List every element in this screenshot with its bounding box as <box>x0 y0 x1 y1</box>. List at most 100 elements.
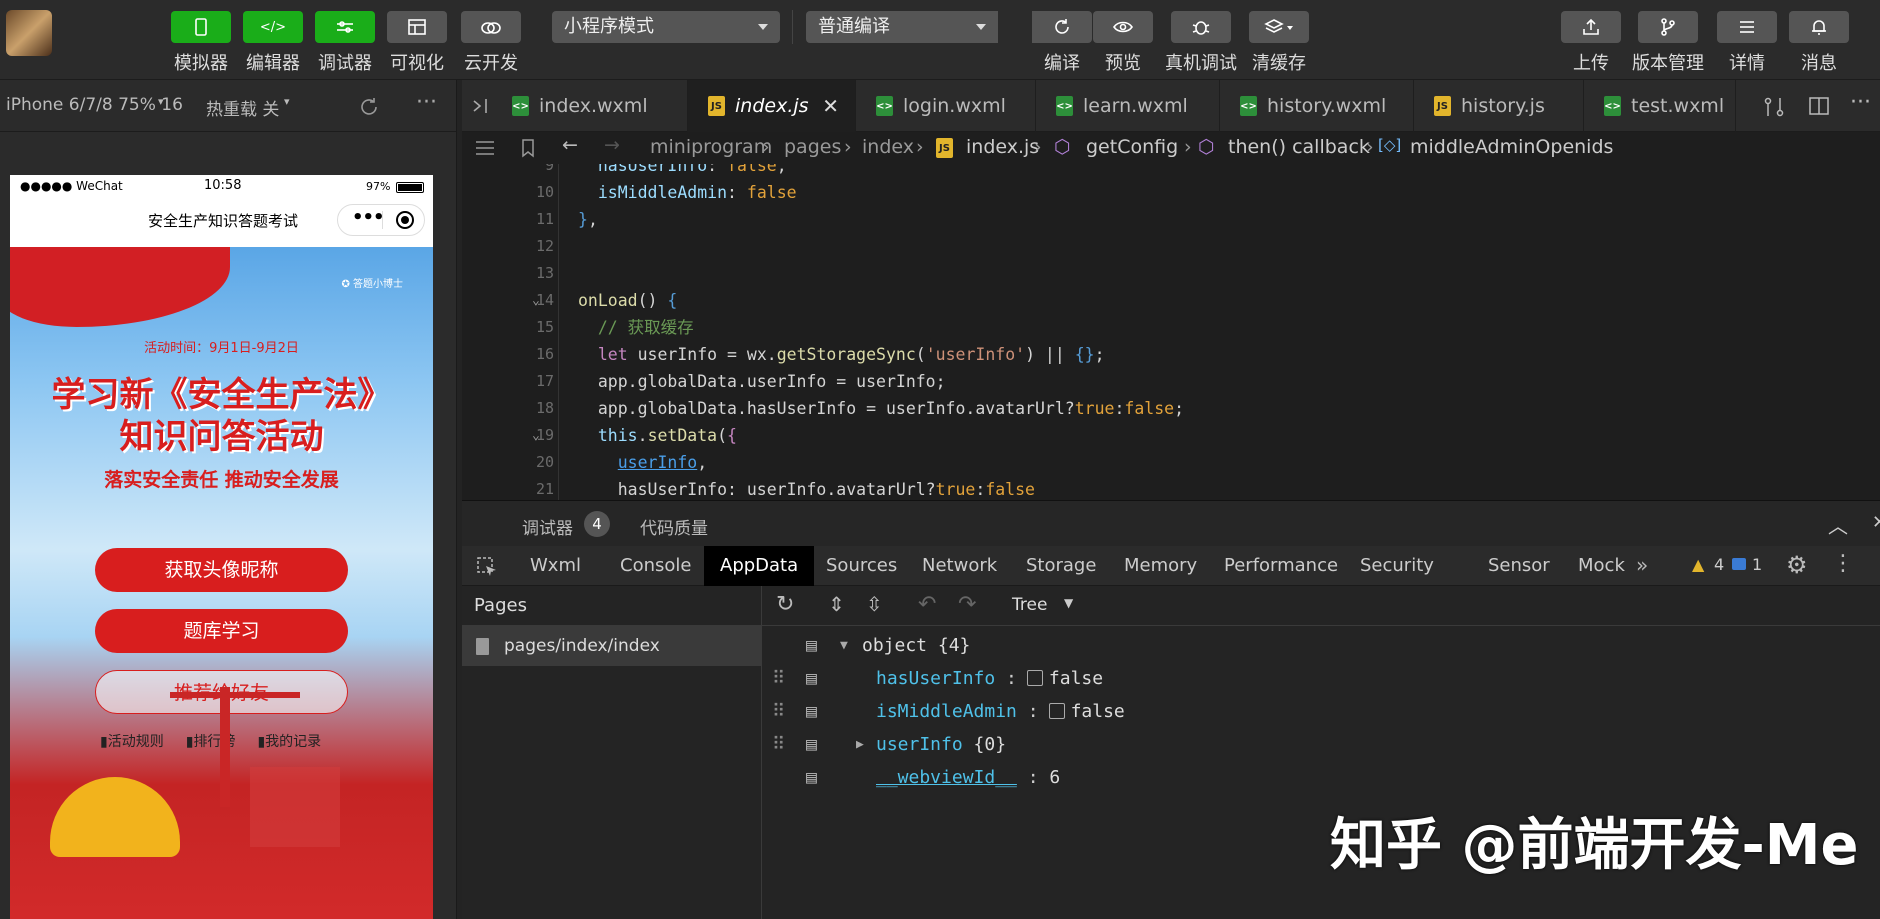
crumb-variable[interactable]: middleAdminOpenids <box>1410 136 1613 158</box>
more-tabs-icon[interactable]: » <box>1636 553 1648 577</box>
get-profile-button[interactable]: 获取头像昵称 <box>95 548 348 592</box>
version-button[interactable]: 版本管理 <box>1632 11 1704 75</box>
tab-index-js[interactable]: JS index.js ✕ <box>688 80 856 132</box>
drag-handle-icon[interactable]: ⠿ <box>772 701 785 722</box>
refresh-icon[interactable]: ↻ <box>776 592 794 617</box>
undo-icon[interactable]: ↶ <box>918 592 936 617</box>
code-editor[interactable]: 9 hasUserInfo: false, 10 isMiddleAdmin: … <box>462 164 1880 500</box>
value-checkbox[interactable] <box>1026 670 1043 686</box>
clear-cache-button[interactable]: 清缓存 <box>1248 11 1310 75</box>
crumb-file[interactable]: index.js <box>966 136 1039 158</box>
view-mode-select[interactable]: Tree <box>1012 595 1047 615</box>
compare-icon[interactable] <box>1762 96 1786 118</box>
tree-node-icon: ▤ <box>806 635 817 656</box>
tab-learn-wxml[interactable]: <> learn.wxml <box>1036 80 1220 132</box>
more-icon[interactable]: ··· <box>1850 90 1871 115</box>
crumb-pages[interactable]: pages <box>784 136 841 158</box>
simulator-toggle[interactable]: 模拟器 <box>170 11 232 75</box>
mode-select[interactable]: 小程序模式 <box>552 11 780 43</box>
file-icon <box>476 638 489 655</box>
details-button[interactable]: 详情 <box>1716 11 1778 75</box>
more-icon[interactable]: ··· <box>416 90 437 115</box>
tree-row[interactable]: ⠿ ▤ ▶ userInfo {0} <box>772 729 1172 761</box>
tab-wxml[interactable]: Wxml <box>514 546 597 586</box>
tab-memory[interactable]: Memory <box>1108 546 1213 586</box>
chevron-up-icon[interactable]: ︿ <box>1828 510 1848 539</box>
rotate-icon[interactable] <box>358 96 380 118</box>
code-quality-tab[interactable]: 代码质量 <box>640 514 708 539</box>
page-item[interactable]: pages/index/index <box>462 626 761 666</box>
inspect-icon[interactable] <box>476 556 498 578</box>
tab-mock[interactable]: Mock <box>1562 546 1641 586</box>
collapse-all-icon[interactable]: ⇳ <box>866 592 883 616</box>
appdata-toolbar: ↻ ⇕ ⇳ ↶ ↷ Tree ▼ <box>762 586 1880 626</box>
question-bank-button[interactable]: 题库学习 <box>95 609 348 653</box>
tree-row[interactable]: ▤ __webviewId__ : 6 <box>772 762 1172 794</box>
rules-link[interactable]: ▮活动规则 <box>100 731 164 751</box>
drag-handle-icon[interactable]: ⠿ <box>772 734 785 755</box>
caret-down-icon[interactable]: ▼ <box>840 630 848 662</box>
tab-sensor[interactable]: Sensor <box>1472 546 1566 586</box>
tab-network[interactable]: Network <box>906 546 1013 586</box>
info-count[interactable]: 1 <box>1752 555 1762 574</box>
crumb-miniprogram[interactable]: miniprogram <box>650 136 772 158</box>
tab-storage[interactable]: Storage <box>1010 546 1112 586</box>
tree-value[interactable]: false <box>1049 668 1103 689</box>
compile-button[interactable]: 编译 <box>1032 11 1092 75</box>
upload-button[interactable]: 上传 <box>1560 11 1622 75</box>
user-avatar[interactable] <box>6 10 52 56</box>
line-number: 9 <box>544 164 554 174</box>
tab-performance[interactable]: Performance <box>1208 546 1354 586</box>
hot-reload-select[interactable]: 热重载 关 <box>206 95 279 120</box>
kebab-menu-icon[interactable]: ⋮ <box>1832 551 1854 576</box>
tree-value[interactable]: false <box>1071 701 1125 722</box>
tab-security[interactable]: Security <box>1344 546 1450 586</box>
forward-icon[interactable]: → <box>604 134 620 156</box>
gear-icon[interactable]: ⚙ <box>1786 551 1808 579</box>
capsule-menu[interactable]: ••• <box>337 204 425 236</box>
tree-value[interactable]: 6 <box>1049 767 1060 788</box>
close-mini-program-icon[interactable] <box>396 211 414 229</box>
records-link[interactable]: ▮我的记录 <box>257 731 321 751</box>
tree-row[interactable]: ⠿ ▤ isMiddleAdmin : false <box>772 696 1172 728</box>
bookmark-icon[interactable] <box>520 138 536 158</box>
tree-row[interactable]: ⠿ ▤ hasUserInfo : false <box>772 663 1172 695</box>
tab-sources[interactable]: Sources <box>810 546 913 586</box>
fold-chevron-icon[interactable]: ⌄ <box>532 422 540 449</box>
remote-debug-button[interactable]: 真机调试 <box>1165 11 1237 75</box>
expand-all-icon[interactable]: ⇕ <box>828 592 845 616</box>
more-icon[interactable]: ••• <box>352 207 385 228</box>
tab-console[interactable]: Console <box>604 546 707 586</box>
preview-button[interactable]: 预览 <box>1093 11 1153 75</box>
redo-icon[interactable]: ↷ <box>958 592 976 617</box>
collapse-sidebar-icon[interactable] <box>472 97 494 115</box>
visual-toggle[interactable]: 可视化 <box>386 11 448 75</box>
close-icon[interactable]: ✕ <box>822 94 839 118</box>
fold-chevron-icon[interactable]: ⌄ <box>532 287 540 314</box>
editor-toggle[interactable]: </> 编辑器 <box>242 11 304 75</box>
close-icon[interactable]: ✕ <box>1872 512 1880 533</box>
crumb-getconfig[interactable]: getConfig <box>1086 136 1178 158</box>
drag-handle-icon[interactable]: ⠿ <box>772 668 785 689</box>
tab-appdata[interactable]: AppData <box>704 546 815 586</box>
tab-login-wxml[interactable]: <> login.wxml <box>856 80 1036 132</box>
warning-count[interactable]: 4 <box>1714 555 1724 574</box>
compile-select[interactable]: 普通编译 <box>806 11 998 43</box>
line-number: 13 <box>535 264 554 282</box>
split-editor-icon[interactable] <box>1808 96 1830 116</box>
outline-icon[interactable] <box>474 139 496 157</box>
debugger-title[interactable]: 调试器 <box>522 514 573 539</box>
tab-history-js[interactable]: JS history.js <box>1414 80 1584 132</box>
crumb-index[interactable]: index <box>862 136 914 158</box>
tab-test-wxml[interactable]: <> test.wxml <box>1584 80 1736 132</box>
tab-history-wxml[interactable]: <> history.wxml <box>1220 80 1414 132</box>
caret-right-icon[interactable]: ▶ <box>856 729 864 761</box>
tab-index-wxml[interactable]: <> index.wxml <box>492 80 688 132</box>
crumb-callback[interactable]: then() callback <box>1228 136 1370 158</box>
cloud-toggle[interactable]: 云开发 <box>460 11 522 75</box>
back-icon[interactable]: ← <box>562 134 578 156</box>
value-checkbox[interactable] <box>1048 703 1065 719</box>
device-select[interactable]: iPhone 6/7/8 75% 16 <box>6 95 183 115</box>
messages-button[interactable]: 消息 <box>1788 11 1850 75</box>
debugger-toggle[interactable]: 调试器 <box>314 11 376 75</box>
